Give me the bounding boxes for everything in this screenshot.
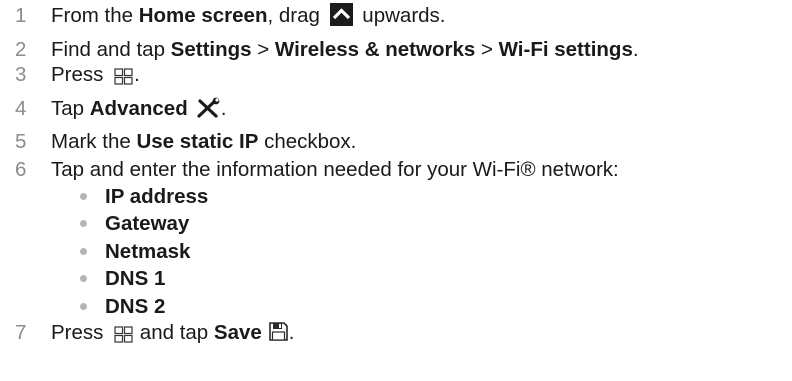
advanced-term: Advanced <box>89 97 188 120</box>
step-text-part: > <box>251 38 275 61</box>
step-text-part: Tap <box>51 97 90 120</box>
settings-term: Settings <box>170 38 252 61</box>
home-screen-term: Home screen <box>138 4 268 27</box>
step-text-part: Press <box>51 321 110 344</box>
step-text-part: > <box>475 38 499 61</box>
bullet-dot <box>80 303 87 310</box>
field-label: DNS 2 <box>105 295 166 318</box>
step-text-part: and tap <box>134 321 214 344</box>
menu-icon <box>114 65 133 85</box>
step-text-part: checkbox. <box>258 130 357 153</box>
step-number: 6 <box>15 158 27 181</box>
step-text-part: . <box>134 63 140 86</box>
wireless-networks-term: Wireless & networks <box>274 38 476 61</box>
menu-icon <box>114 323 133 343</box>
step-text: From the Home screen, drag upwards. <box>51 2 446 29</box>
step-text: Mark the Use static IP checkbox. <box>51 128 356 155</box>
tools-icon <box>195 97 221 119</box>
field-label: DNS 1 <box>105 267 166 290</box>
step-text-part: Find and tap <box>51 38 171 61</box>
step-text-part: From the <box>51 4 139 27</box>
bullet-dot <box>80 275 87 282</box>
use-static-ip-term: Use static IP <box>136 130 259 153</box>
step-text: Tap and enter the information needed for… <box>51 158 619 181</box>
step-number: 2 <box>15 38 27 61</box>
field-label: Netmask <box>105 240 191 263</box>
step-text-part: upwards. <box>356 4 446 27</box>
field-label: Gateway <box>105 212 190 235</box>
step-number: 1 <box>15 4 27 27</box>
wifi-settings-term: Wi-Fi settings <box>498 38 633 61</box>
step-number: 3 <box>15 63 27 86</box>
bullet-dot <box>80 193 87 200</box>
bullet-dot <box>80 248 87 255</box>
step-text-part: Mark the <box>51 130 137 153</box>
step-number: 4 <box>15 97 27 120</box>
step-text: Press and tap Save. <box>51 319 295 346</box>
field-label: IP address <box>105 185 209 208</box>
bullet-dot <box>80 220 87 227</box>
up-arrow-icon <box>329 3 353 27</box>
save-icon <box>268 321 289 342</box>
step-text-part: , drag <box>267 4 326 27</box>
step-number: 7 <box>15 321 27 344</box>
step-number: 5 <box>15 130 27 153</box>
step-text: Find and tap Settings > Wireless & netwo… <box>51 36 639 63</box>
step-text-part: . <box>632 38 639 61</box>
step-text-part: . <box>288 321 295 344</box>
step-text-part: Press <box>51 63 110 86</box>
step-text-part: . <box>220 97 227 120</box>
step-text: Tap Advanced. <box>51 95 226 122</box>
save-term: Save <box>213 321 262 344</box>
step-text: Press . <box>51 61 140 88</box>
